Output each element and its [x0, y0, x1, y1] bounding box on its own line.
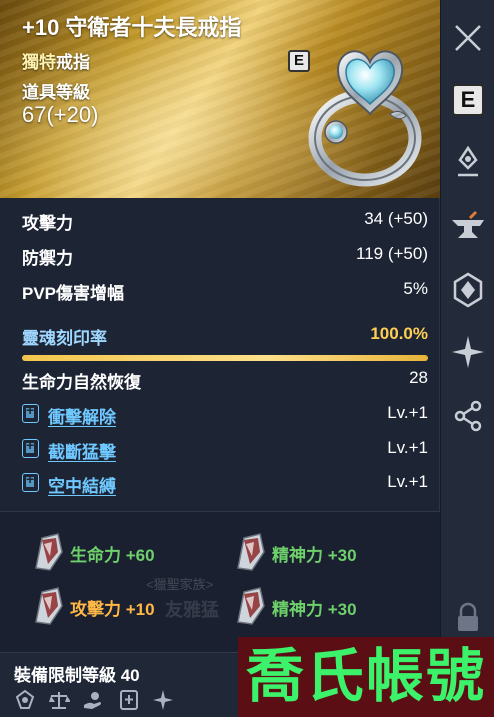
stat-value: 28: [409, 368, 428, 387]
soul-engrave-row: 靈魂刻印率 100.0%: [22, 320, 428, 350]
soul-engrave-value: 100.0%: [370, 324, 428, 343]
pin-marker-button[interactable]: [448, 142, 488, 182]
item-header: +10 守衛者十夫長戒指 獨特戒指 道具等級 67(+20) E: [0, 0, 440, 198]
item-title: +10 守衛者十夫長戒指: [22, 15, 242, 40]
skill-plus-icon: [22, 402, 39, 423]
watermark-text: 喬氏帳號: [245, 642, 486, 710]
skill-level: Lv.+1: [387, 403, 428, 422]
scale-icon: [49, 692, 70, 709]
stat-row-pvp: PVP傷害增幅 5%: [22, 275, 428, 305]
stat-label: 防禦力: [22, 249, 73, 268]
star-burst-icon: [452, 336, 484, 368]
crystal-shard-icon: [35, 587, 63, 625]
stat-value: 5%: [403, 279, 428, 298]
stat-row-defense: 防禦力 119 (+50): [22, 240, 428, 270]
skill-link[interactable]: 衝擊解除: [48, 403, 116, 428]
e-grade-button[interactable]: E: [452, 84, 484, 116]
crystal-shard-icon: [237, 533, 265, 571]
item-rarity: 獨特: [22, 53, 56, 72]
stat-value: 34 (+50): [364, 209, 428, 228]
skill-row[interactable]: 衝擊解除 Lv.+1: [22, 399, 428, 429]
close-button[interactable]: [448, 18, 488, 58]
faint-name-text: 友雅猛: [165, 600, 219, 620]
bonus-label: 生命力 +60: [70, 546, 155, 565]
watermark-banner: 喬氏帳號: [238, 637, 494, 717]
stat-label: PVP傷害增幅: [22, 284, 125, 303]
ring-icon: [308, 50, 422, 187]
soul-engrave-label: 靈魂刻印率: [22, 329, 107, 348]
hand-coin-icon: [84, 692, 101, 709]
lock-button[interactable]: [448, 598, 488, 638]
item-level-label: 道具等級: [22, 83, 90, 102]
stat-label: 生命力自然恢復: [22, 373, 141, 392]
soul-engrave-bar: [22, 355, 428, 361]
crystal-shard-icon: [35, 533, 63, 571]
stat-row-attack: 攻擊力 34 (+50): [22, 205, 428, 235]
item-type: 獨特戒指: [22, 48, 90, 73]
stat-value: 119 (+50): [356, 244, 428, 263]
share-icon: [454, 400, 482, 432]
lock-icon: [458, 602, 478, 631]
skillbook-icon: [120, 690, 138, 710]
item-level-value: 67(+20): [22, 102, 99, 127]
crest-button[interactable]: [448, 270, 488, 310]
crest-icon: [453, 272, 483, 308]
bonus-label: 精神力 +30: [272, 600, 357, 619]
equip-level-requirement: 裝備限制等級 40: [14, 666, 140, 685]
crystal-shard-icon: [237, 587, 265, 625]
skill-link[interactable]: 空中結縛: [48, 472, 116, 497]
bonus-label: 攻擊力 +10: [70, 600, 155, 619]
item-category: 戒指: [56, 53, 90, 72]
item-tooltip-panel: +10 守衛者十夫長戒指 獨特戒指 道具等級 67(+20) E 攻擊力 34 …: [0, 0, 440, 717]
skill-row[interactable]: 空中結縛 Lv.+1: [22, 468, 428, 498]
anvil-icon: [452, 210, 484, 238]
stat-label: 攻擊力: [22, 214, 73, 233]
skill-plus-icon: [22, 471, 39, 492]
faint-guild-text: <獵聖家族>: [146, 577, 214, 592]
skill-level: Lv.+1: [387, 472, 428, 491]
anvil-button[interactable]: [448, 208, 488, 248]
sparkle-icon: [153, 690, 173, 710]
skill-level: Lv.+1: [387, 438, 428, 457]
close-icon: [455, 25, 481, 51]
share-button[interactable]: [448, 396, 488, 436]
skill-row[interactable]: 截斷猛擊 Lv.+1: [22, 434, 428, 464]
bonus-label: 精神力 +30: [272, 546, 357, 565]
stat-row-regen: 生命力自然恢復 28: [22, 364, 428, 394]
skill-link[interactable]: 截斷猛擊: [48, 438, 116, 463]
skill-plus-icon: [22, 437, 39, 458]
star-burst-button[interactable]: [448, 332, 488, 372]
soul-bind-icon: [15, 689, 35, 709]
pin-marker-icon: [458, 145, 478, 177]
side-toolbar: E: [441, 0, 494, 717]
